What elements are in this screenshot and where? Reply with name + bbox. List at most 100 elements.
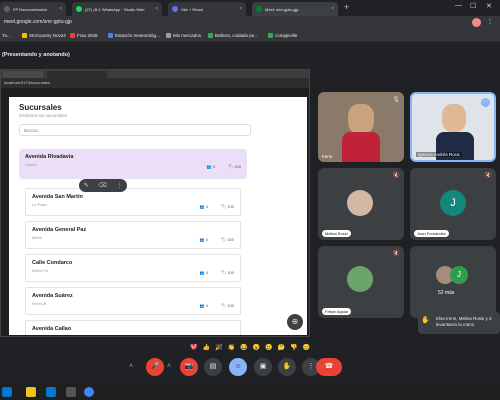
emoji-icon[interactable]: ☺ <box>229 358 247 376</box>
participant-name: Ignacio Andrés Roca <box>416 152 462 157</box>
branch-location: Merlo <box>32 235 43 240</box>
branch-card[interactable]: Avenida General Paz Merlo 👥 0 🏷 100 <box>25 221 241 249</box>
participant-avatar <box>347 266 373 292</box>
zoom-icon[interactable]: ⊕ <box>287 314 303 330</box>
reaction-emoji[interactable]: 😊 <box>302 344 309 354</box>
branch-tag: 🏷 100 <box>221 270 234 275</box>
branch-count: 👥 4 <box>199 270 208 275</box>
participant-tile[interactable]: Irene 🎙 <box>318 92 404 162</box>
maximize-icon[interactable]: ☐ <box>470 2 476 10</box>
browser-tab[interactable]: Vite + React × <box>168 2 246 16</box>
menu-icon[interactable]: ⋮ <box>487 18 493 25</box>
captions-icon[interactable]: ▤ <box>204 358 222 376</box>
hangup-icon[interactable]: ☎ <box>316 358 342 376</box>
branch-card[interactable]: Avenida Callao <box>25 320 241 335</box>
bookmark-icon <box>22 33 27 38</box>
count-value: 4 <box>205 204 208 209</box>
reaction-emoji[interactable]: 💖 <box>190 344 197 354</box>
participant-avatar <box>347 190 373 216</box>
tab-favicon-icon <box>256 6 262 12</box>
mic-off-icon: 🔇 <box>392 251 400 257</box>
shared-tab <box>3 71 43 78</box>
vscode-icon[interactable] <box>46 387 56 397</box>
bookmark[interactable]: Estación meteorológ... <box>108 33 160 38</box>
bookmark[interactable]: compjeville <box>268 33 297 38</box>
tab-close-icon[interactable]: × <box>331 6 334 12</box>
tab-close-icon[interactable]: × <box>155 6 158 12</box>
file-explorer-icon[interactable] <box>26 387 36 397</box>
sucursales-app: Sucursales Gestiona tus sucursales Busca… <box>9 97 307 335</box>
bookmark-label: Estación meteorológ... <box>115 33 160 38</box>
folder-icon <box>166 33 171 38</box>
bookmark[interactable]: StoCountry Nov24 <box>22 33 66 38</box>
count-value: 4 <box>205 303 208 308</box>
search-input[interactable]: Buscar... <box>19 124 251 136</box>
close-window-icon[interactable]: ✕ <box>486 2 492 10</box>
reaction-emoji[interactable]: 👏 <box>228 344 235 354</box>
chrome-icon[interactable] <box>84 387 94 397</box>
browser-tab[interactable]: (27) ¡B-1 WhatsApp · Studio Web × <box>72 2 162 16</box>
participant-name: Irene <box>322 154 333 159</box>
reaction-emoji[interactable]: 👎 <box>290 344 297 354</box>
participant-tile[interactable]: Felipe Aguiar 🔇 <box>318 246 404 318</box>
participant-tile[interactable]: J Juan Fernández 🔇 <box>410 168 496 240</box>
more-icon[interactable]: ⋯ <box>481 98 490 107</box>
participant-avatar: J <box>450 266 468 284</box>
participant-tile-speaking[interactable]: Ignacio Andrés Roca ⋯ <box>410 92 496 162</box>
address-url[interactable]: meet.google.com/smr-gptu-gjp <box>4 19 72 25</box>
pen-icon[interactable]: ✎ <box>84 182 89 189</box>
raised-hands-text: Elsa Irene, Melisa Rossi y 3 levantaron … <box>436 316 492 327</box>
tab-close-icon[interactable]: × <box>59 6 62 12</box>
raised-hands-notification[interactable]: ✋ Elsa Irene, Melisa Rossi y 3 levantaro… <box>418 312 500 334</box>
reaction-emoji[interactable]: 👍 <box>203 344 210 354</box>
chevron-up-icon[interactable]: ˄ <box>126 358 136 376</box>
bookmark-label: Mis mercados <box>173 33 202 38</box>
start-icon[interactable] <box>2 387 12 397</box>
bookmark-icon <box>208 33 213 38</box>
new-tab-icon[interactable]: + <box>344 2 349 12</box>
browser-tab-active[interactable]: Meet: smr-gptu-gjp × <box>252 2 338 16</box>
tag-value: 100 <box>234 164 241 169</box>
bookmark[interactable]: Mis mercados <box>166 33 201 38</box>
present-icon[interactable]: ▣ <box>254 358 272 376</box>
participant-overflow-tile[interactable]: J 52 más <box>410 246 496 318</box>
branch-card[interactable]: Avenida Suárez Fleixs-B 👥 4 🏷 100 <box>25 287 241 315</box>
branch-tag: 🏷 100 <box>221 204 234 209</box>
shared-tab <box>47 71 107 78</box>
bookmark-icon <box>70 33 75 38</box>
branch-card-selected[interactable]: Avenida Rivadavia Centro 👥 4 🏷 100 <box>19 149 247 179</box>
reaction-emoji[interactable]: 😢 <box>265 344 272 354</box>
tab-title: FP Documentación <box>13 6 47 12</box>
participant-video <box>342 132 380 162</box>
address-bar[interactable]: meet.google.com/smr-gptu-gjp ⋮ <box>0 16 500 30</box>
bookmark[interactable]: Belleza, cuidado pe... <box>208 33 258 38</box>
app-icon[interactable] <box>66 387 76 397</box>
minimize-icon[interactable]: — <box>455 2 462 9</box>
bookmark[interactable]: Frau 2048 <box>70 33 98 38</box>
participant-name: Melisa Rossi <box>322 230 351 237</box>
browser-tab[interactable]: FP Documentación × <box>0 2 66 16</box>
reaction-emoji[interactable]: 🤔 <box>277 344 284 354</box>
mic-off-icon[interactable]: 🎤 <box>146 358 164 376</box>
chevron-up-icon[interactable]: ˄ <box>164 358 174 376</box>
reaction-emoji[interactable]: 🎉 <box>215 344 222 354</box>
profile-avatar[interactable] <box>472 18 481 27</box>
eraser-icon[interactable]: ⌫ <box>98 182 106 189</box>
count-value: 4 <box>212 164 215 169</box>
tab-title: (27) ¡B-1 WhatsApp · Studio Web <box>85 6 145 12</box>
participant-video <box>436 132 474 160</box>
branch-name: Avenida San Martín <box>32 194 83 200</box>
participant-avatar: J <box>440 190 466 216</box>
tab-title: Vite + React <box>181 6 203 12</box>
participant-tile[interactable]: Melisa Rossi 🔇 <box>318 168 404 240</box>
camera-off-icon[interactable]: 📷 <box>180 358 198 376</box>
branch-card[interactable]: Calle Condarco Bahía Fe 👥 4 🏷 100 <box>25 254 241 282</box>
reaction-emoji[interactable]: 😮 <box>253 344 260 354</box>
shared-address-bar: localhost:5173/sucursales <box>1 78 309 88</box>
more-icon[interactable]: ⋮ <box>116 182 122 189</box>
reaction-emoji[interactable]: 😂 <box>240 344 247 354</box>
bookmark[interactable]: Tu... <box>2 33 11 38</box>
tab-close-icon[interactable]: × <box>239 6 242 12</box>
branch-card[interactable]: Avenida San Martín La Plata 👥 4 🏷 100 <box>25 188 241 216</box>
hand-icon[interactable]: ✋ <box>278 358 296 376</box>
